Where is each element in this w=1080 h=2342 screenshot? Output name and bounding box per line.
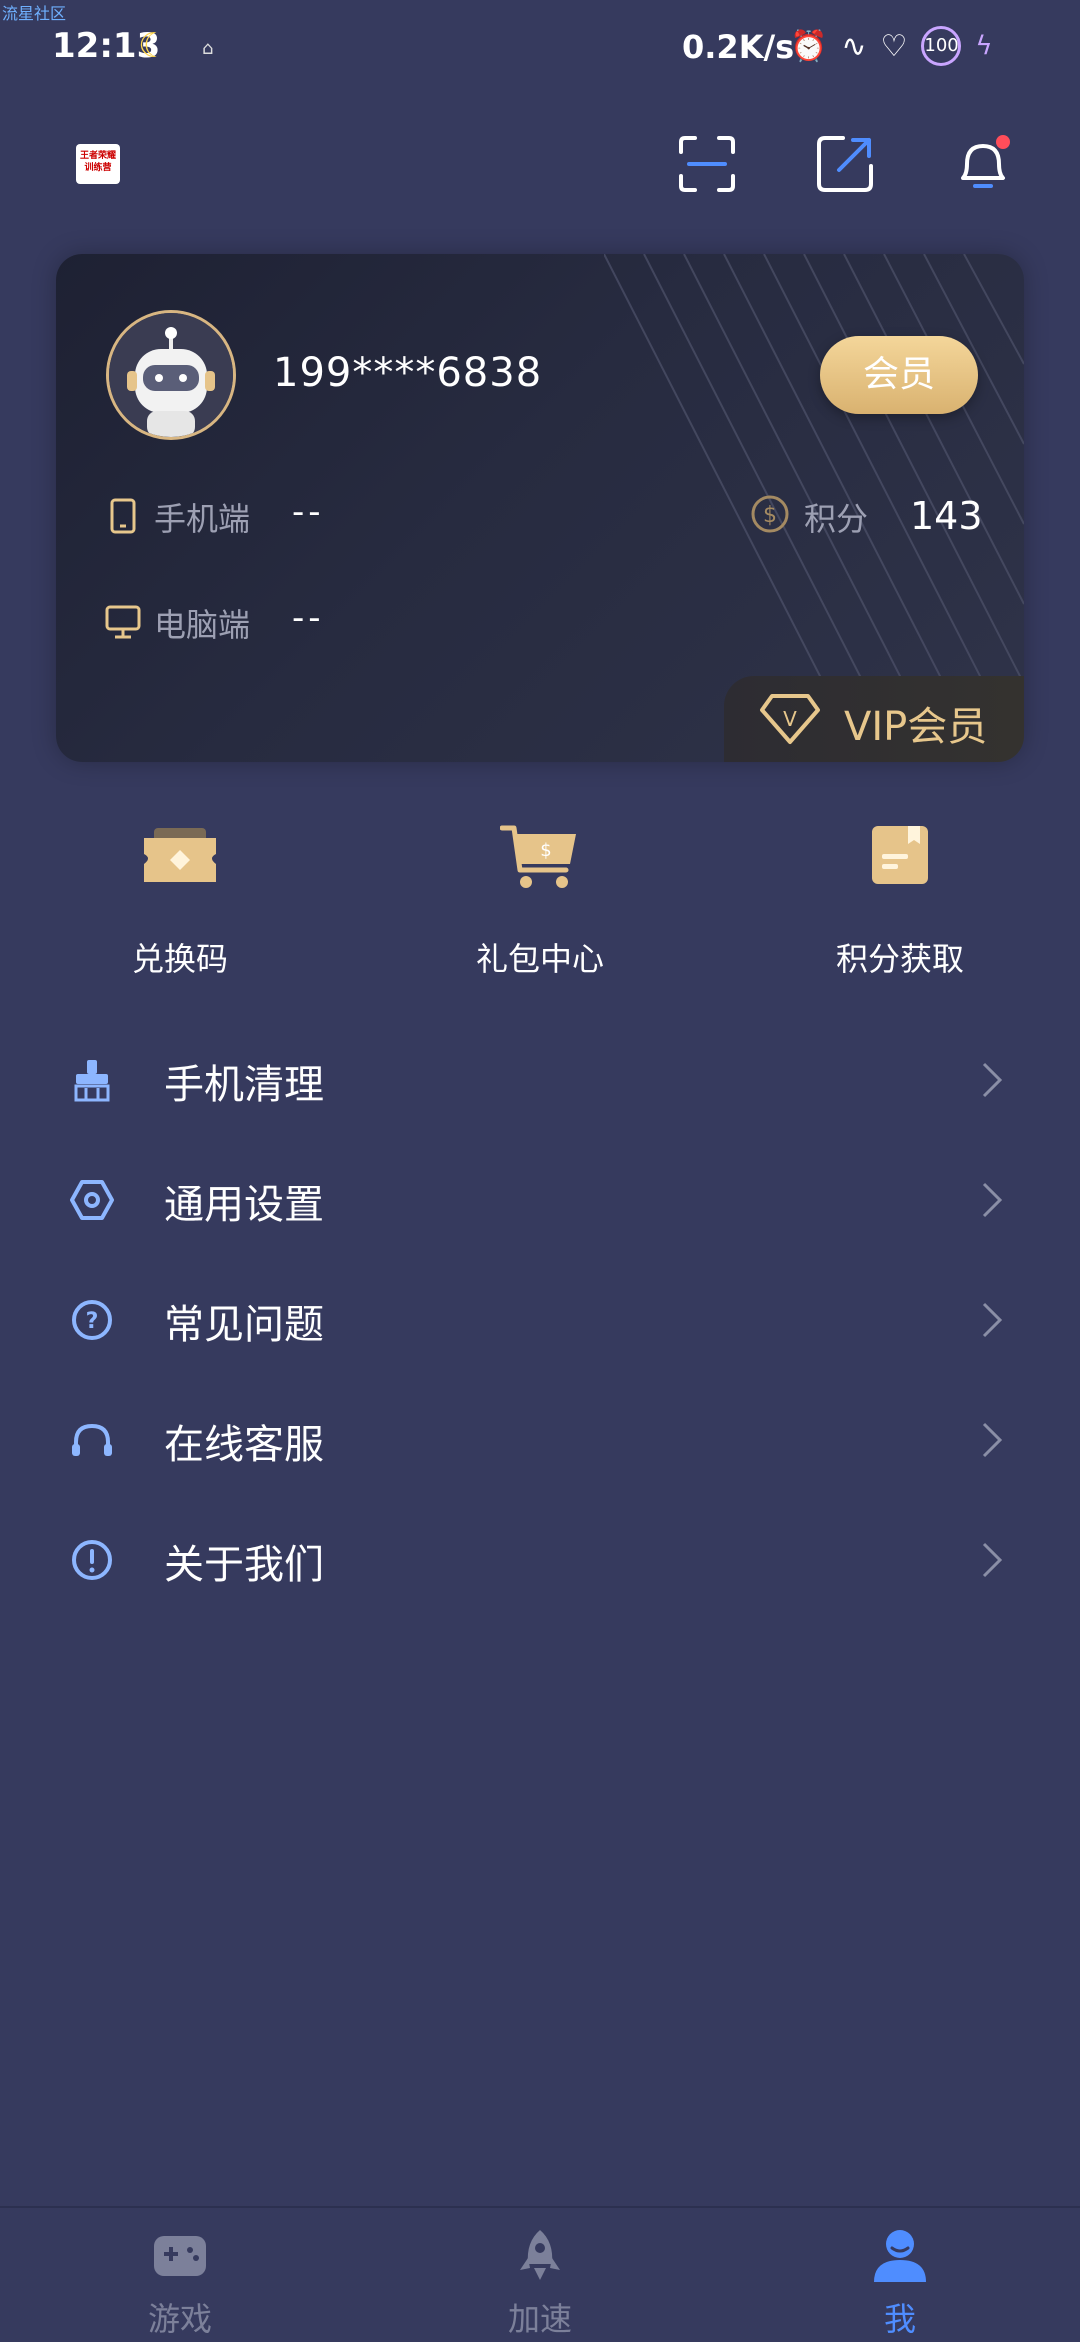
rocket-icon — [520, 2230, 560, 2280]
svg-text:?: ? — [86, 1309, 99, 1334]
nav-label: 游戏 — [147, 2300, 212, 2338]
mobile-value: -- — [292, 492, 325, 532]
points-value: 143 — [910, 494, 983, 538]
nav-label: 加速 — [507, 2300, 572, 2338]
cart-icon: $ — [499, 825, 576, 888]
battery-icon: 100 — [921, 26, 962, 66]
nav-games[interactable]: 游戏 — [80, 2228, 280, 2340]
moon-icon: ☾ — [138, 26, 169, 66]
svg-text:V: V — [783, 707, 797, 731]
pc-label: 电脑端 — [154, 606, 251, 644]
gamepad-icon — [154, 2236, 206, 2276]
pc-value: -- — [292, 598, 325, 638]
avatar[interactable] — [106, 310, 236, 440]
chevron-right-icon — [982, 1302, 1003, 1338]
menu-general-settings[interactable]: 通用设置 — [0, 1150, 1080, 1250]
bell-icon[interactable] — [953, 134, 1013, 194]
note-icon — [872, 826, 928, 884]
network-speed: 0.2K/s — [682, 28, 795, 66]
chevron-right-icon — [982, 1542, 1003, 1578]
mobile-label: 手机端 — [154, 500, 251, 538]
chevron-right-icon — [982, 1182, 1003, 1218]
top-bar: 王者荣耀 训练营 — [0, 120, 1080, 210]
ticket-icon — [144, 828, 216, 882]
robot-icon — [109, 313, 233, 437]
info-icon — [72, 1540, 112, 1580]
menu-phone-cleanup[interactable]: 手机清理 — [0, 1030, 1080, 1130]
notification-icon: ⌂ — [202, 38, 214, 59]
alarm-icon: ⏰ — [790, 28, 828, 64]
diamond-icon: V — [760, 694, 820, 744]
vip-badge[interactable]: V VIP会员 — [724, 676, 1024, 762]
charging-icon: ϟ — [975, 31, 993, 61]
chevron-right-icon — [982, 1062, 1003, 1098]
member-button[interactable]: 会员 — [820, 336, 978, 414]
nav-label: 我 — [883, 2300, 916, 2338]
question-icon: ? — [72, 1300, 112, 1340]
svg-text:$: $ — [763, 503, 777, 528]
menu-label: 关于我们 — [164, 1542, 324, 1588]
user-phone: 199****6838 — [273, 350, 543, 396]
bottom-nav: 游戏 加速 我 — [0, 2206, 1080, 2342]
nav-boost[interactable]: 加速 — [440, 2228, 640, 2340]
qa-label: 积分获取 — [835, 940, 964, 978]
settings-hex-icon — [70, 1180, 114, 1220]
points-label: 积分 — [804, 500, 869, 538]
qa-label: 兑换码 — [131, 940, 228, 978]
qa-redeem-code[interactable]: 兑换码 — [60, 820, 300, 980]
headset-icon — [72, 1423, 112, 1456]
vip-label: VIP会员 — [844, 704, 988, 750]
chevron-right-icon — [982, 1422, 1003, 1458]
signal-icon: ∿ — [841, 28, 867, 64]
coin-icon: $ — [751, 495, 789, 533]
broom-icon — [74, 1060, 110, 1102]
svg-text:$: $ — [540, 840, 551, 861]
status-bar: 12:13 ☾ ⌂ 0.2K/s ⏰ ∿ ♡ 100 ϟ — [0, 0, 1080, 96]
menu-label: 手机清理 — [164, 1062, 324, 1108]
nav-me[interactable]: 我 — [800, 2228, 1000, 2340]
share-icon[interactable] — [815, 134, 875, 194]
menu-label: 在线客服 — [164, 1422, 324, 1468]
menu-faq[interactable]: ? 常见问题 — [0, 1270, 1080, 1370]
scan-icon[interactable] — [677, 134, 737, 194]
qa-label: 礼包中心 — [475, 940, 604, 978]
menu-online-support[interactable]: 在线客服 — [0, 1390, 1080, 1490]
menu-about-us[interactable]: 关于我们 — [0, 1510, 1080, 1610]
menu-label: 通用设置 — [164, 1182, 324, 1228]
qa-earn-points[interactable]: 积分获取 — [780, 820, 1020, 980]
pc-icon — [105, 605, 141, 639]
person-icon — [874, 2230, 926, 2282]
mobile-icon — [110, 498, 136, 534]
user-card[interactable]: 199****6838 会员 手机端 -- 电脑端 -- $ 积分 143 V … — [56, 254, 1024, 762]
menu-label: 常见问题 — [164, 1302, 324, 1348]
qa-gift-center[interactable]: $ 礼包中心 — [420, 820, 660, 980]
heart-icon: ♡ — [880, 28, 908, 64]
app-logo[interactable]: 王者荣耀 训练营 — [76, 144, 120, 184]
